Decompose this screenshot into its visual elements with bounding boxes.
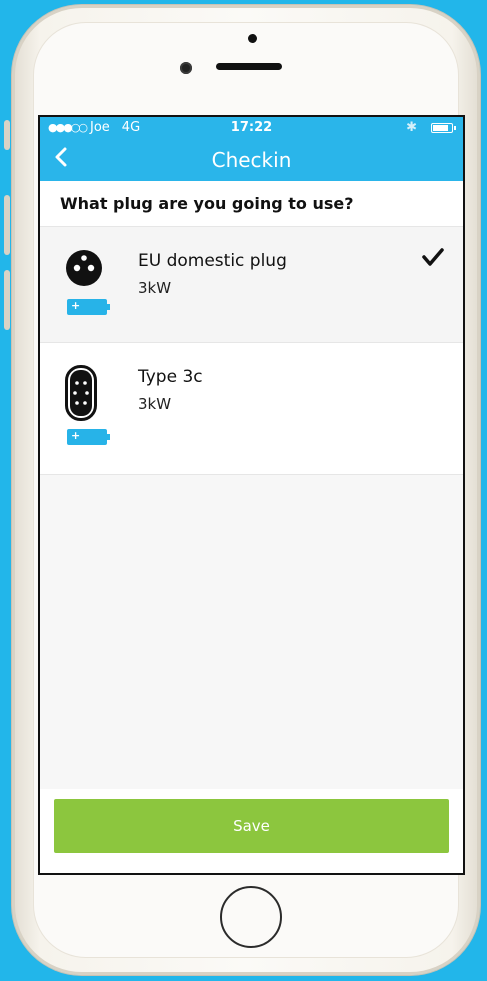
earpiece-speaker bbox=[216, 63, 282, 70]
status-right: ✱ bbox=[406, 120, 456, 135]
plug-option-eu-domestic[interactable]: + EU domestic plug 3kW bbox=[40, 226, 463, 343]
battery-charge-icon: + bbox=[67, 429, 110, 445]
bluetooth-icon: ✱ bbox=[406, 120, 417, 135]
back-button[interactable] bbox=[54, 145, 68, 175]
plug-power: 3kW bbox=[138, 395, 172, 413]
battery-icon bbox=[431, 122, 456, 133]
plug-name: Type 3c bbox=[138, 367, 203, 387]
plug-name: EU domestic plug bbox=[138, 251, 287, 271]
battery-charge-icon: + bbox=[67, 299, 110, 315]
eu-plug-icon bbox=[66, 250, 102, 286]
footer: Save bbox=[40, 789, 463, 873]
status-bar: ●●●○○ Joe 4G 17:22 ✱ bbox=[40, 117, 463, 139]
mute-switch bbox=[4, 120, 10, 150]
checkmark-icon bbox=[422, 248, 444, 266]
type-3c-plug-icon bbox=[65, 365, 97, 421]
chevron-left-icon bbox=[55, 147, 67, 167]
proximity-sensor bbox=[248, 34, 257, 43]
page-title: Checkin bbox=[211, 148, 292, 172]
save-button[interactable]: Save bbox=[54, 799, 449, 853]
app-screen: ●●●○○ Joe 4G 17:22 ✱ Checkin What plug a… bbox=[38, 115, 465, 875]
home-button[interactable] bbox=[220, 886, 282, 948]
plug-option-type-3c[interactable]: + Type 3c 3kW bbox=[40, 343, 463, 475]
status-time: 17:22 bbox=[230, 120, 273, 135]
front-camera bbox=[180, 62, 192, 74]
volume-down-button bbox=[4, 270, 10, 330]
plug-question: What plug are you going to use? bbox=[40, 181, 463, 226]
navigation-bar: Checkin bbox=[40, 139, 463, 181]
plug-power: 3kW bbox=[138, 279, 172, 297]
volume-up-button bbox=[4, 195, 10, 255]
